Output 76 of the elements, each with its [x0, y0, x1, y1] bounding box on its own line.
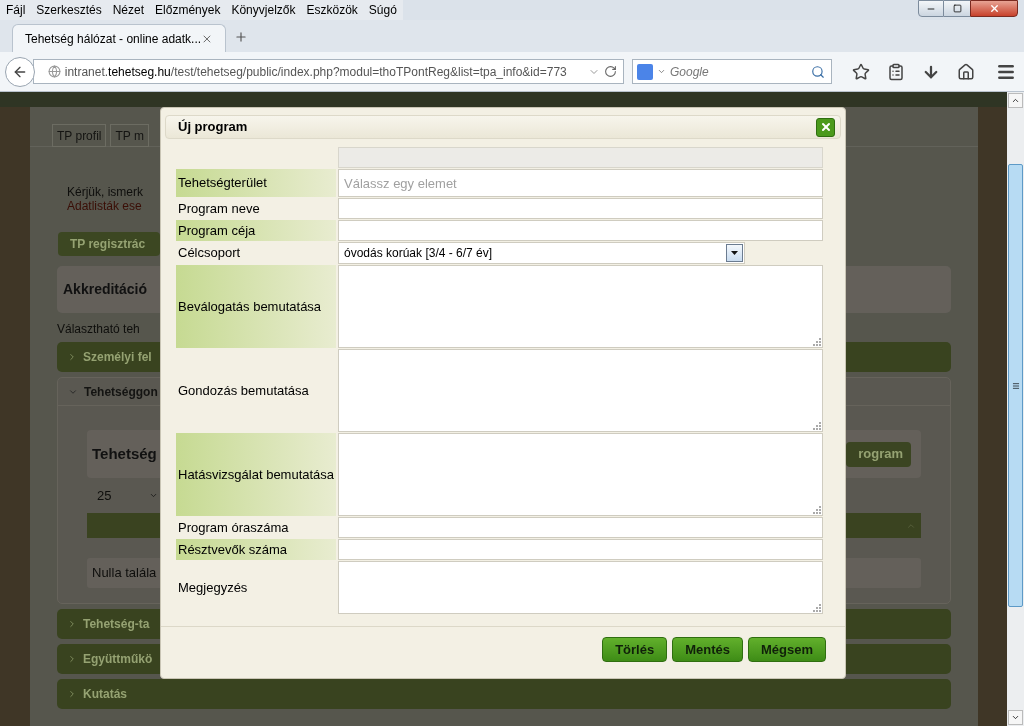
notice-text: Kérjük, ismerk [67, 185, 143, 199]
dialog-button[interactable]: Törlés [602, 637, 668, 662]
clipboard-icon[interactable] [887, 62, 905, 81]
star-icon[interactable] [852, 62, 870, 81]
resize-grip-icon[interactable] [812, 505, 821, 514]
search-bar[interactable]: Google [632, 59, 832, 84]
menu-item[interactable]: Nézet [112, 1, 145, 19]
combo-field[interactable]: Válassz egy elemet [338, 169, 823, 197]
globe-icon [47, 65, 61, 78]
reload-icon[interactable] [604, 65, 617, 78]
close-button[interactable] [816, 117, 835, 137]
maximize-icon [952, 4, 962, 13]
dialog-title: Új program [178, 118, 248, 137]
address-bar[interactable]: intranet.tehetseg.hu/test/tehetseg/public/index.php?modul=thoTPontReg&list=tpa_info&id=773 [32, 59, 624, 84]
close-window-button[interactable] [970, 0, 1018, 17]
text-area[interactable] [338, 433, 823, 516]
register-button[interactable]: TP regisztrác [58, 232, 160, 256]
section-title: Együttműkö [83, 651, 153, 668]
warning-text: Adatlisták ese [67, 199, 142, 213]
grip-icon [1011, 381, 1020, 390]
close-icon [819, 121, 832, 133]
resize-grip-icon[interactable] [812, 603, 821, 612]
field-label: Gondozás bemutatása [177, 381, 310, 400]
close-icon [988, 3, 1000, 14]
field-label: Beválogatás bemutatása [176, 265, 336, 348]
field-label: Program óraszáma [177, 518, 290, 537]
caret-icon [149, 491, 159, 500]
section-title: Tehetség-ta [83, 616, 150, 633]
back-button[interactable] [5, 56, 35, 87]
dialog-button[interactable]: Mégsem [747, 637, 826, 662]
field-label: Hatásvizsgálat bemutatása [176, 433, 336, 516]
field-label: Program neve [177, 199, 261, 218]
scroll-up-icon[interactable] [1008, 93, 1023, 108]
menu-item[interactable]: Könyvjelzők [231, 1, 296, 19]
menu-item[interactable]: Előzmények [155, 1, 221, 19]
dropdown-button[interactable] [726, 244, 743, 262]
text-area[interactable] [338, 561, 823, 614]
scroll-thumb[interactable] [1008, 164, 1023, 607]
input-field[interactable] [338, 517, 823, 538]
input-field[interactable] [338, 198, 823, 219]
field-label: Tehetségterület [176, 169, 336, 197]
input-field[interactable] [338, 220, 823, 241]
field-label: Célcsoport [177, 244, 242, 263]
caret-icon [657, 67, 666, 76]
maximize-button[interactable] [944, 0, 970, 17]
input-field[interactable] [338, 539, 823, 560]
resize-grip-icon[interactable] [812, 421, 821, 430]
section-title: Személyi fel [83, 349, 152, 366]
field-label: Program céja [176, 220, 336, 241]
panel-title: Tehetség [92, 443, 157, 464]
text-area[interactable] [338, 349, 823, 432]
search-icon[interactable] [811, 64, 825, 79]
menu-item[interactable]: Eszközök [306, 1, 358, 19]
scroll-down-icon[interactable] [1008, 710, 1023, 725]
page-heading: Akkreditáció [63, 280, 148, 299]
menu-item[interactable]: Súgó [368, 1, 397, 19]
minimize-button[interactable] [918, 0, 944, 17]
new-tab-icon[interactable] [234, 30, 248, 44]
select-field[interactable]: óvodás korúak [3/4 - 6/7 év] [338, 242, 745, 264]
resize-grip-icon[interactable] [812, 337, 821, 346]
search-engine-icon[interactable] [637, 63, 653, 80]
scrollbar[interactable] [1007, 92, 1024, 726]
accordion-header[interactable]: Kutatás [57, 679, 951, 709]
home-icon[interactable] [957, 62, 975, 81]
menu-item[interactable]: Szerkesztés [36, 1, 102, 19]
caret-icon [731, 251, 738, 255]
section-title: Tehetséggon [84, 383, 158, 401]
intro-text: Választható teh [57, 321, 140, 338]
browser-tab[interactable]: Tehetség hálózat - online adatk... [12, 24, 226, 52]
add-program-button[interactable]: rogram [846, 441, 911, 467]
dialog-button[interactable]: Mentés [672, 637, 743, 662]
url-text: intranet.tehetseg.hu/test/tehetseg/public/index.php?modul=thoTPontReg&list=tpa_info&id=773 [64, 63, 567, 81]
menu-item[interactable]: Fájl [6, 1, 26, 19]
search-field[interactable]: Google [670, 62, 807, 81]
field-label: Résztvevők száma [176, 539, 336, 560]
section-title: Kutatás [83, 686, 127, 703]
